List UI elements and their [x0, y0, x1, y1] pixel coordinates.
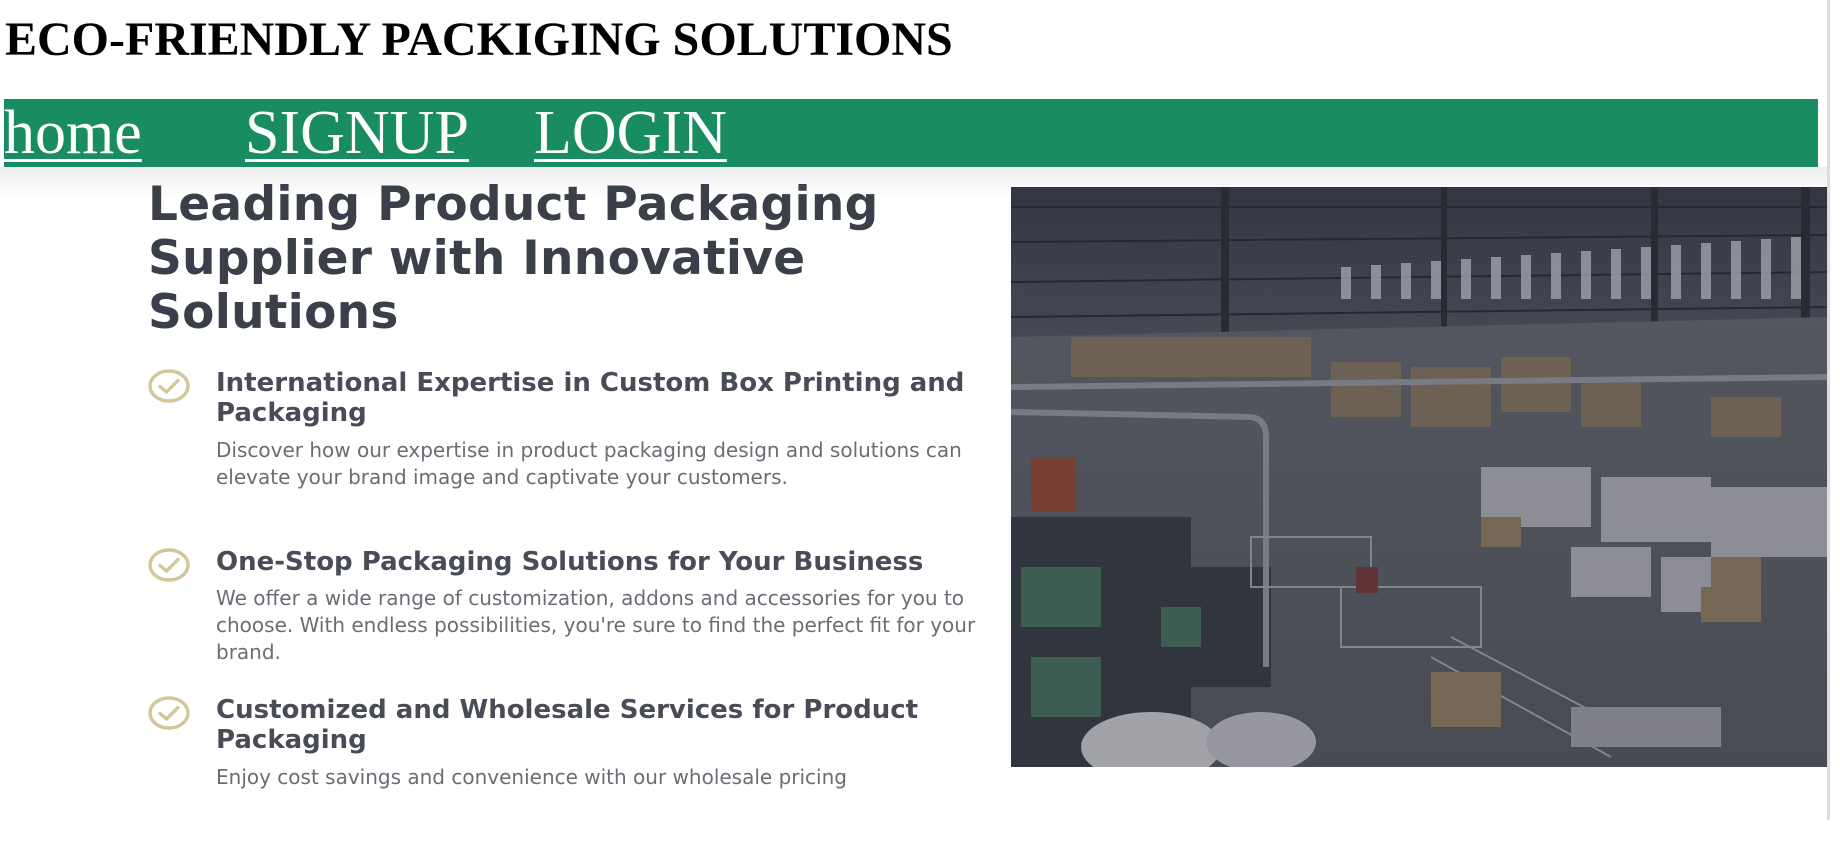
- feature-description: Enjoy cost savings and convenience with …: [216, 765, 847, 789]
- site-title: ECO-FRIENDLY PACKIGING SOLUTIONS: [5, 13, 953, 66]
- feature-description: Discover how our expertise in product pa…: [216, 438, 962, 489]
- hero-section: Leading Product Packaging Supplier with …: [0, 170, 1830, 802]
- feature-description: We offer a wide range of customization, …: [216, 586, 976, 664]
- vertical-scrollbar[interactable]: [1827, 0, 1830, 820]
- main-navigation: home SIGNUP LOGIN: [4, 99, 1818, 167]
- check-circle-icon: [148, 696, 190, 730]
- nav-link-signup[interactable]: SIGNUP: [245, 101, 469, 165]
- nav-link-home[interactable]: home: [4, 101, 142, 165]
- feature-title: International Expertise in Custom Box Pr…: [216, 368, 965, 428]
- factory-warehouse-image: [1011, 187, 1830, 767]
- feature-title: Customized and Wholesale Services for Pr…: [216, 695, 919, 755]
- hero-heading: Leading Product Packaging Supplier with …: [148, 177, 879, 340]
- check-circle-icon: [148, 548, 190, 582]
- feature-title: One-Stop Packaging Solutions for Your Bu…: [216, 547, 924, 577]
- check-circle-icon: [148, 369, 190, 403]
- nav-link-login[interactable]: LOGIN: [534, 101, 727, 165]
